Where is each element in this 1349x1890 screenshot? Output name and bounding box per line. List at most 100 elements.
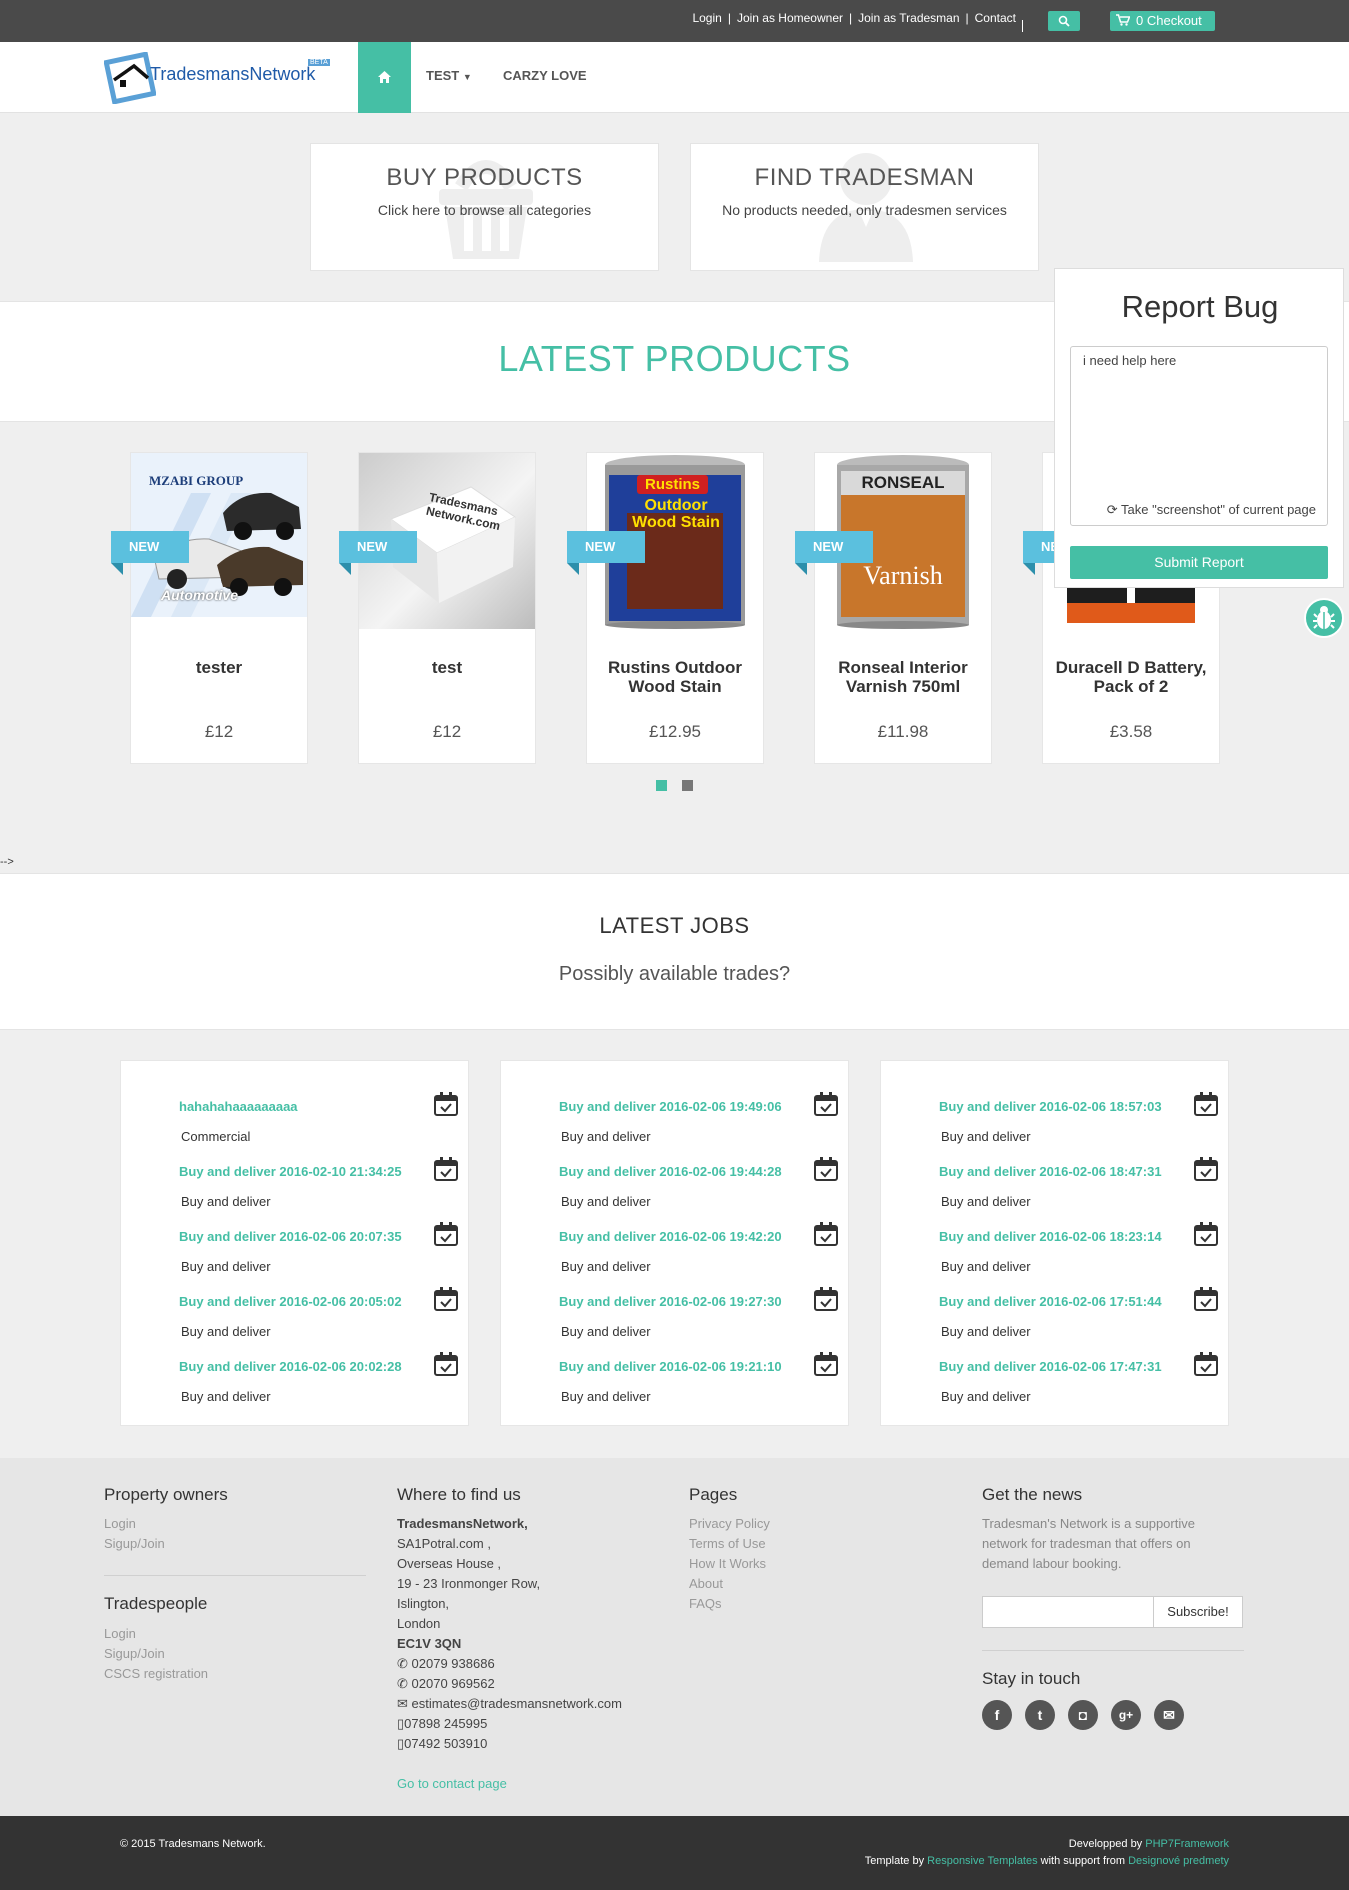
job-item: Buy and deliver 2016-02-06 17:47:31 Buy a… xyxy=(939,1352,1219,1404)
calendar-icon xyxy=(814,1222,838,1246)
home-tab[interactable] xyxy=(358,42,411,113)
job-title-link[interactable]: Buy and deliver 2016-02-06 20:02:28 xyxy=(179,1359,459,1374)
logo[interactable]: TradesmansNetwork BETA xyxy=(104,52,330,104)
product-name[interactable]: Ronseal Interior Varnish 750ml xyxy=(819,658,987,696)
product-name[interactable]: test xyxy=(363,658,531,677)
latest-jobs-section xyxy=(0,873,1349,1030)
job-title-link[interactable]: Buy and deliver 2016-02-06 18:57:03 xyxy=(939,1099,1219,1114)
postcode: EC1V 3QN xyxy=(397,1636,462,1651)
property-owners-title: Property owners xyxy=(104,1485,228,1504)
job-description: Buy and deliver xyxy=(561,1389,651,1404)
job-title-link[interactable]: Buy and deliver 2016-02-06 19:27:30 xyxy=(559,1294,839,1309)
top-bar: Login | Join as Homeowner | Join as Tradesma… xyxy=(0,0,1349,42)
instagram-icon[interactable]: ◘ xyxy=(1068,1700,1098,1730)
submit-report-button[interactable]: Submit Report xyxy=(1070,546,1328,579)
logo-house-icon xyxy=(104,52,156,104)
phone-line: ✆ 02079 938686 xyxy=(397,1654,495,1674)
stray-text: --> xyxy=(0,856,14,868)
job-title-link[interactable]: Buy and deliver 2016-02-06 19:49:06 xyxy=(559,1099,839,1114)
search-button[interactable] xyxy=(1048,11,1080,31)
developed-by: Developped by PHP7Framework xyxy=(1069,1838,1229,1850)
carousel-dot-active[interactable] xyxy=(656,780,667,791)
footer-link[interactable]: About xyxy=(689,1574,723,1594)
job-title-link[interactable]: Buy and deliver 2016-02-06 20:05:02 xyxy=(179,1294,459,1309)
footer-link[interactable]: CSCS registration xyxy=(104,1664,208,1684)
footer-link[interactable]: Privacy Policy xyxy=(689,1514,770,1534)
template-link[interactable]: Responsive Templates xyxy=(927,1855,1037,1867)
job-title-link[interactable]: Buy and deliver 2016-02-06 18:47:31 xyxy=(939,1164,1219,1179)
job-title-link[interactable]: Buy and deliver 2016-02-10 21:34:25 xyxy=(179,1164,459,1179)
copyright: © 2015 Tradesmans Network. xyxy=(120,1838,266,1850)
footer-link[interactable]: Login xyxy=(104,1624,136,1644)
footer-link[interactable]: Sigup/Join xyxy=(104,1534,165,1554)
product-card[interactable]: Rustins Outdoor Wood Stain Rustins Outdo… xyxy=(586,452,764,764)
job-item: Buy and deliver 2016-02-06 18:47:31 Buy a… xyxy=(939,1157,1219,1209)
template-by: Template by Responsive Templates with su… xyxy=(865,1855,1229,1867)
footer-link[interactable]: FAQs xyxy=(689,1594,722,1614)
footer-link[interactable]: Terms of Use xyxy=(689,1534,766,1554)
bug-report-toggle[interactable] xyxy=(1304,598,1344,638)
latest-jobs-title: LATEST JOBS xyxy=(599,913,750,938)
email-icon[interactable]: ✉ xyxy=(1154,1700,1184,1730)
cart-icon xyxy=(1116,14,1131,26)
job-title-link[interactable]: Buy and deliver 2016-02-06 17:47:31 xyxy=(939,1359,1219,1374)
product-image-caption: Outdoor Wood Stain xyxy=(632,497,720,531)
facebook-icon[interactable]: f xyxy=(982,1700,1012,1730)
job-description: Buy and deliver xyxy=(181,1259,271,1274)
support-link[interactable]: Designové predmety xyxy=(1128,1855,1229,1867)
calendar-icon xyxy=(434,1352,458,1376)
google-plus-icon[interactable]: g+ xyxy=(1111,1700,1141,1730)
subscribe-button[interactable]: Subscribe! xyxy=(1153,1596,1243,1628)
newsletter-email-input[interactable] xyxy=(982,1596,1154,1628)
join-tradesman-link[interactable]: Join as Tradesman xyxy=(858,11,959,25)
job-title-link[interactable]: hahahahaaaaaaaaa xyxy=(179,1099,459,1114)
find-tradesman-box[interactable]: FIND TRADESMAN No products needed, only … xyxy=(690,143,1039,271)
job-item: Buy and deliver 2016-02-06 19:49:06 Buy a… xyxy=(559,1092,839,1144)
product-card[interactable]: MZABI GROUP Automotive tester £12 xyxy=(130,452,308,764)
calendar-icon xyxy=(1194,1287,1218,1311)
developer-link[interactable]: PHP7Framework xyxy=(1145,1838,1229,1850)
product-name[interactable]: Rustins Outdoor Wood Stain xyxy=(591,658,759,696)
job-description: Buy and deliver xyxy=(941,1194,1031,1209)
join-homeowner-link[interactable]: Join as Homeowner xyxy=(737,11,843,25)
job-title-link[interactable]: Buy and deliver 2016-02-06 19:44:28 xyxy=(559,1164,839,1179)
carousel-dot[interactable] xyxy=(682,780,693,791)
product-card[interactable]: Tradesmans Network.com test £12 xyxy=(358,452,536,764)
footer-link[interactable]: Sigup/Join xyxy=(104,1644,165,1664)
contact-page-link[interactable]: Go to contact page xyxy=(397,1774,507,1794)
job-title-link[interactable]: Buy and deliver 2016-02-06 20:07:35 xyxy=(179,1229,459,1244)
home-icon xyxy=(378,71,391,83)
calendar-icon xyxy=(434,1157,458,1181)
product-card[interactable]: RONSEAL Varnish Ronseal Interior Varnish… xyxy=(814,452,992,764)
job-description: Buy and deliver xyxy=(181,1324,271,1339)
calendar-icon xyxy=(814,1287,838,1311)
product-name[interactable]: tester xyxy=(135,658,303,677)
phone-number: 02079 938686 xyxy=(411,1656,495,1671)
job-title-link[interactable]: Buy and deliver 2016-02-06 19:21:10 xyxy=(559,1359,839,1374)
login-link[interactable]: Login xyxy=(692,11,721,25)
job-title-link[interactable]: Buy and deliver 2016-02-06 17:51:44 xyxy=(939,1294,1219,1309)
developed-prefix: Developped by xyxy=(1068,1838,1143,1850)
job-description: Commercial xyxy=(181,1129,251,1144)
buy-products-box[interactable]: BUY PRODUCTS Click here to browse all ca… xyxy=(310,143,659,271)
nav-item-test[interactable]: TEST ▼ xyxy=(426,68,472,83)
where-title: Where to find us xyxy=(397,1485,521,1504)
product-name[interactable]: Duracell D Battery, Pack of 2 xyxy=(1047,658,1215,696)
footer-link[interactable]: Login xyxy=(104,1514,136,1534)
job-title-link[interactable]: Buy and deliver 2016-02-06 18:23:14 xyxy=(939,1229,1219,1244)
bug-description-textarea[interactable]: i need help here xyxy=(1070,346,1328,526)
product-image-brand: MZABI GROUP xyxy=(149,473,244,488)
checkout-button[interactable]: 0 Checkout xyxy=(1110,11,1215,31)
stay-in-touch-title: Stay in touch xyxy=(982,1669,1081,1688)
divider xyxy=(104,1575,366,1576)
footer-link[interactable]: How It Works xyxy=(689,1554,766,1574)
contact-link[interactable]: Contact xyxy=(975,11,1016,25)
job-title-link[interactable]: Buy and deliver 2016-02-06 19:42:20 xyxy=(559,1229,839,1244)
logo-badge: BETA xyxy=(308,59,330,66)
nav-item-carzy-love[interactable]: CARZY LOVE xyxy=(503,68,587,83)
jobs-column: Buy and deliver 2016-02-06 18:57:03 Buy a… xyxy=(880,1060,1229,1426)
twitter-icon[interactable]: t xyxy=(1025,1700,1055,1730)
screenshot-option[interactable]: ⟳ Take "screenshot" of current page xyxy=(1070,502,1328,518)
email-address[interactable]: estimates@tradesmansnetwork.com xyxy=(412,1696,622,1711)
new-badge: NEW xyxy=(111,531,189,575)
